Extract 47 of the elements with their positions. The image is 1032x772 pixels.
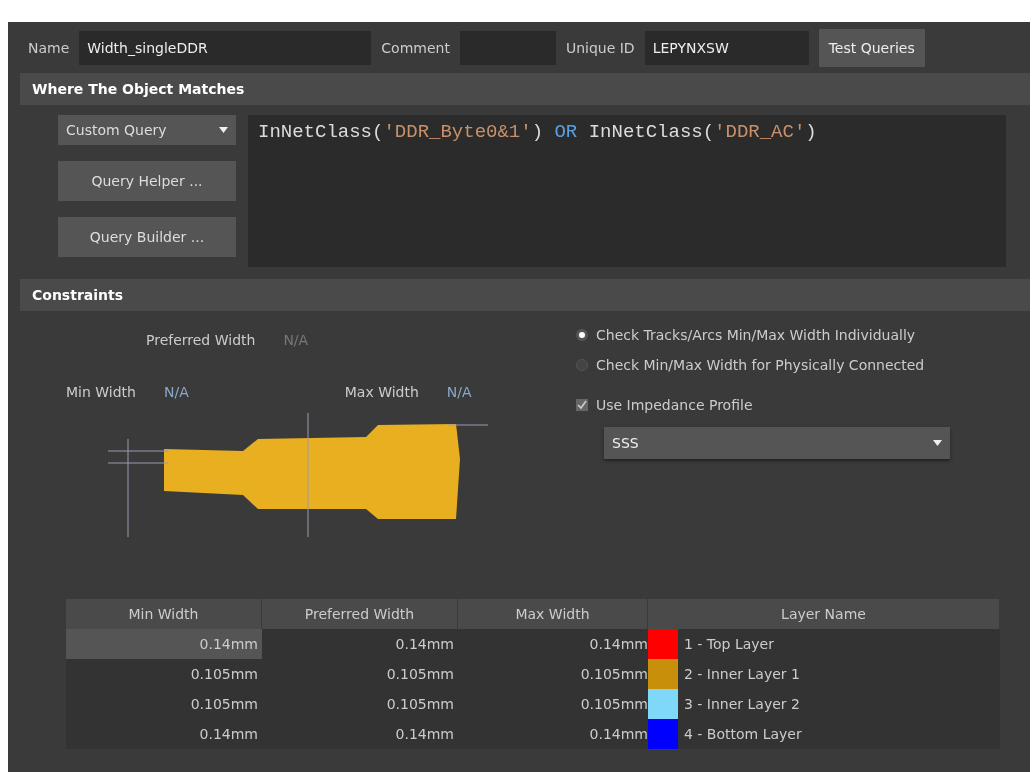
preferred-width-label: Preferred Width [146,332,256,348]
unique-id-label: Unique ID [565,40,635,56]
table-cell: 4 - Bottom Layer [684,726,802,742]
column-header[interactable]: Min Width [66,599,262,629]
table-cell[interactable]: 0.14mm [66,629,262,659]
column-header[interactable]: Max Width [458,599,648,629]
query-type-dropdown[interactable]: Custom Query [58,115,236,145]
caret-icon [219,127,228,133]
table-cell-text: 0.14mm [394,635,455,654]
radio-button[interactable] [576,329,588,341]
table-cell-text: 0.105mm [385,695,455,714]
table-cell-text: 0.14mm [588,635,648,654]
min-width-value: N/A [163,384,189,400]
table-cell-text: 0.14mm [394,725,455,744]
query-button[interactable]: Query Helper ... [58,161,236,201]
min-width-label: Min Width [66,384,136,400]
table-cell-text: 0.105mm [579,665,648,684]
caret-icon [933,440,942,446]
name-field[interactable]: Width_singleDDR [79,31,372,65]
column-header[interactable]: Layer Name [648,599,1000,629]
table-cell-text: 0.105mm [385,665,455,684]
checkbox[interactable] [576,399,588,411]
test-queries-button[interactable]: Test Queries [818,29,925,67]
section-header: Where The Object Matches [20,73,1030,105]
name-label: Name [28,40,70,56]
unique-id-field[interactable]: LEPYNXSW [644,31,809,65]
table-cell[interactable]: 0.105mm [66,689,262,719]
profile-dropdown[interactable]: SSS [604,427,950,459]
table-cell-text: 0.14mm [588,725,648,744]
preferred-width-value: N/A [283,332,309,348]
option-label: Check Tracks/Arcs Min/Max Width Individually [596,327,916,343]
query-button[interactable]: Query Builder ... [58,217,236,257]
max-width-label: Max Width [344,384,419,400]
comment-label: Comment [381,40,450,56]
table-cell[interactable]: 0.14mm [66,719,262,749]
option-label: Check Min/Max Width for Physically Connected [596,357,925,373]
table-cell: 2 - Inner Layer 1 [684,666,800,682]
radio-button[interactable] [576,359,588,371]
table-cell: 1 - Top Layer [684,636,774,652]
max-width-value: N/A [446,384,472,400]
section-header: Constraints [20,279,1030,311]
table-cell: 3 - Inner Layer 2 [684,696,800,712]
table-cell-text: 0.105mm [579,695,648,714]
table-cell[interactable]: 0.105mm [66,659,262,689]
query-editor[interactable]: InNetClass('DDR_Byte0&1') OR InNetClass('DDR_AC') [248,115,1006,267]
impedance-label: Use Impedance Profile [596,397,753,413]
column-header[interactable]: Preferred Width [262,599,458,629]
